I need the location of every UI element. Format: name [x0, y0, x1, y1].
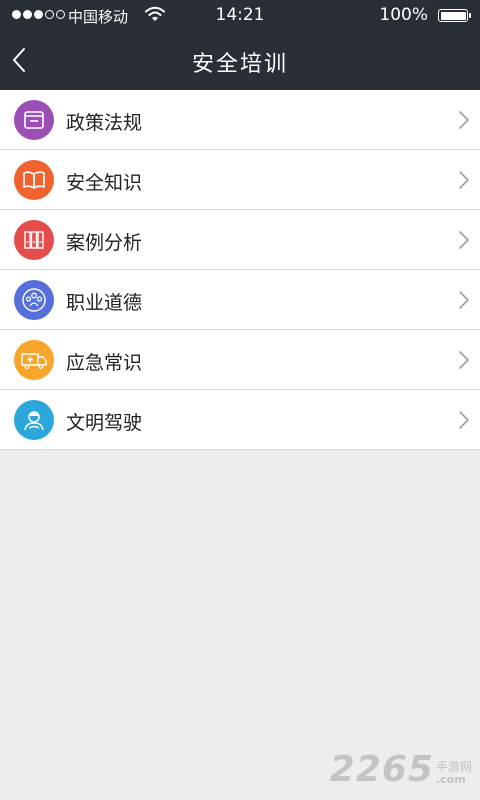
menu-item-case-analysis[interactable]: 案例分析	[0, 210, 480, 270]
page-title: 安全培训	[191, 52, 288, 77]
menu-item-label: 案例分析	[66, 232, 143, 254]
chevron-right-icon	[459, 111, 469, 129]
menu-item-label: 职业道德	[66, 292, 143, 314]
menu-item-policy[interactable]: 政策法规	[0, 90, 480, 150]
chevron-right-icon	[459, 171, 469, 189]
ambulance-icon	[14, 340, 54, 380]
header: 中国移动 14:21 100% 安全培训	[0, 0, 480, 90]
menu-item-label: 政策法规	[66, 112, 143, 134]
menu-item-label: 安全知识	[66, 172, 143, 194]
menu-item-civilized-driving[interactable]: 文明驾驶	[0, 390, 480, 450]
people-group-icon	[14, 280, 54, 320]
menu-item-professional-ethics[interactable]: 职业道德	[0, 270, 480, 330]
chevron-right-icon	[459, 231, 469, 249]
watermark-suffix: .com	[435, 773, 466, 786]
watermark-number: 2265	[329, 749, 434, 790]
status-bar: 中国移动 14:21 100%	[0, 0, 480, 30]
chevron-right-icon	[459, 291, 469, 309]
battery-icon	[438, 9, 471, 22]
menu-item-label: 文明驾驶	[66, 412, 143, 434]
open-book-icon	[14, 160, 54, 200]
watermark-logo: 2265 手游网 .com	[330, 749, 472, 790]
menu-item-emergency[interactable]: 应急常识	[0, 330, 480, 390]
driver-icon	[14, 400, 54, 440]
chevron-right-icon	[459, 411, 469, 429]
watermark-text: 手游网	[435, 760, 472, 774]
menu-list: 政策法规 安全知识 案例分析 职业道德 应急常识 文明驾驶	[0, 90, 480, 450]
policy-document-icon	[14, 100, 54, 140]
nav-bar: 安全培训	[0, 30, 480, 90]
menu-item-label: 应急常识	[66, 352, 143, 374]
chevron-right-icon	[459, 351, 469, 369]
menu-item-safety-knowledge[interactable]: 安全知识	[0, 150, 480, 210]
binders-icon	[14, 220, 54, 260]
battery-percent: 100%	[379, 5, 428, 25]
